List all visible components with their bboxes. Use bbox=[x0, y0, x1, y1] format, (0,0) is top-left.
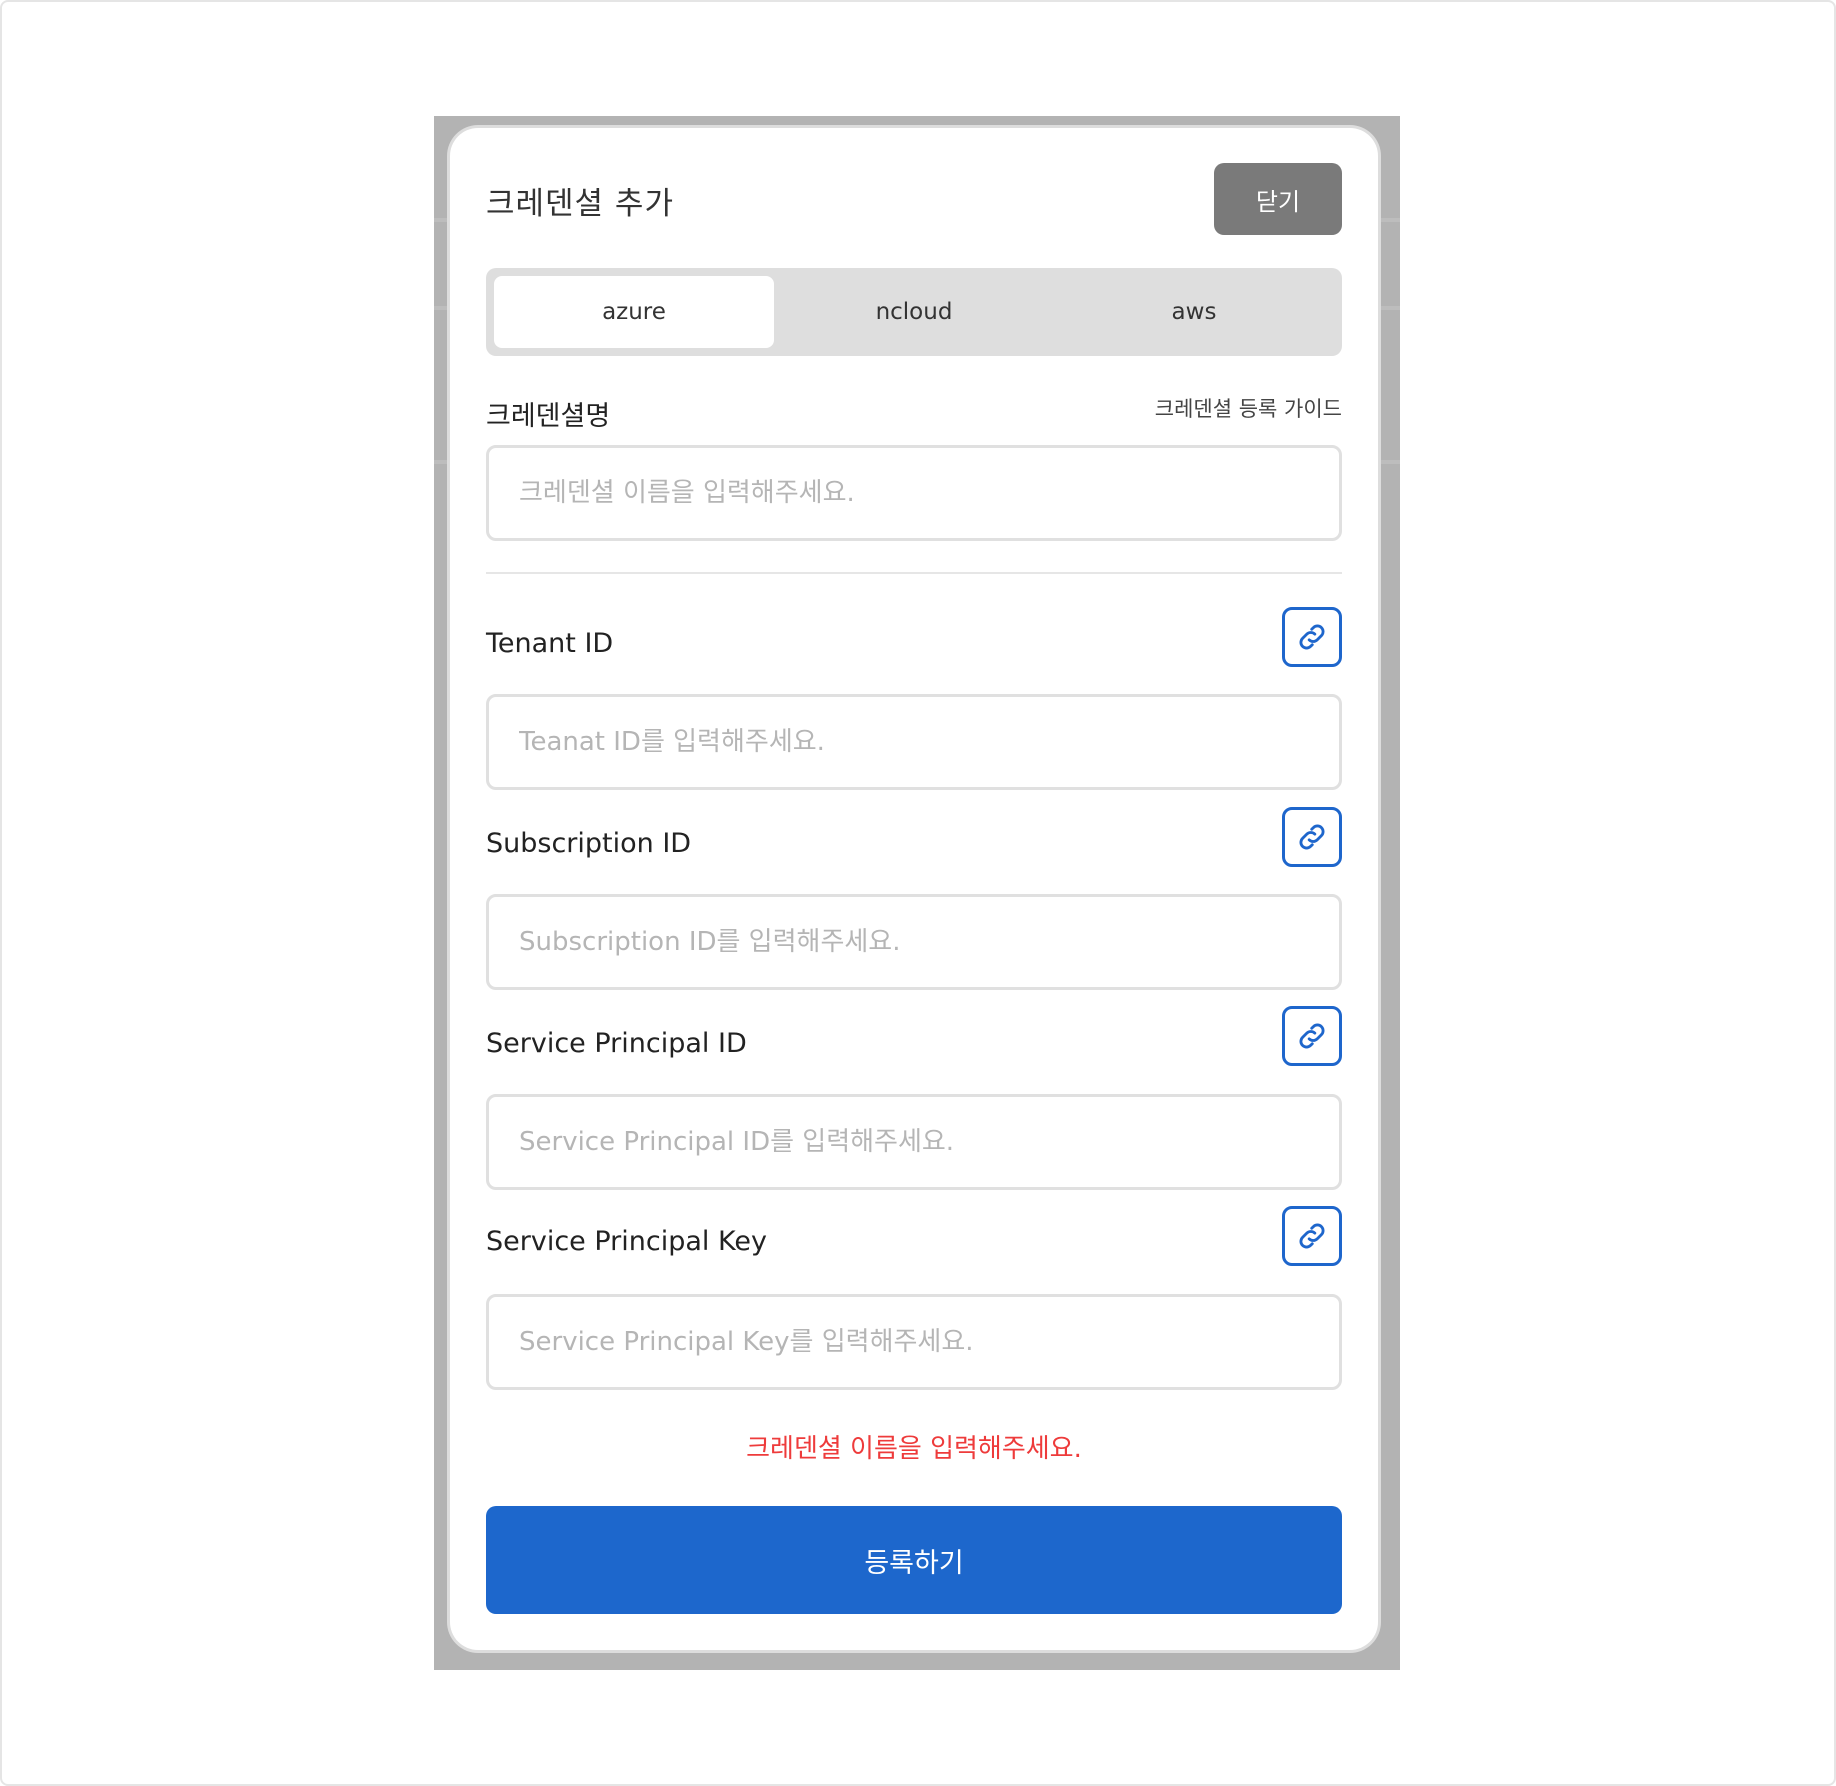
subscription-id-link-button[interactable] bbox=[1282, 807, 1342, 867]
tab-azure[interactable]: azure bbox=[494, 276, 774, 348]
provider-tabs: azure ncloud aws bbox=[486, 268, 1342, 356]
service-principal-key-label: Service Principal Key bbox=[486, 1226, 767, 1257]
service-principal-key-input[interactable] bbox=[486, 1294, 1342, 1390]
registration-guide-link[interactable]: 크레덴셜 등록 가이드 bbox=[1155, 393, 1342, 423]
close-button[interactable]: 닫기 bbox=[1214, 163, 1342, 235]
tab-aws[interactable]: aws bbox=[1054, 276, 1334, 348]
register-button[interactable]: 등록하기 bbox=[486, 1506, 1342, 1614]
subscription-id-input[interactable] bbox=[486, 894, 1342, 990]
link-icon bbox=[1299, 824, 1325, 850]
add-credential-modal: 크레덴셜 추가 닫기 azure ncloud aws 크레덴셜명 크레덴셜 등… bbox=[450, 128, 1378, 1650]
link-icon bbox=[1299, 624, 1325, 650]
link-icon bbox=[1299, 1023, 1325, 1049]
tenant-id-input[interactable] bbox=[486, 694, 1342, 790]
service-principal-id-link-button[interactable] bbox=[1282, 1006, 1342, 1066]
link-icon bbox=[1299, 1223, 1325, 1249]
service-principal-id-label: Service Principal ID bbox=[486, 1028, 747, 1059]
validation-error-message: 크레덴셜 이름을 입력해주세요. bbox=[746, 1434, 1082, 1464]
section-divider bbox=[486, 572, 1342, 574]
tab-ncloud[interactable]: ncloud bbox=[774, 276, 1054, 348]
modal-title: 크레덴셜 추가 bbox=[486, 186, 674, 222]
service-principal-key-link-button[interactable] bbox=[1282, 1206, 1342, 1266]
credential-name-label: 크레덴셜명 bbox=[486, 401, 611, 432]
tenant-id-label: Tenant ID bbox=[486, 628, 614, 659]
service-principal-id-input[interactable] bbox=[486, 1094, 1342, 1190]
credential-name-input[interactable] bbox=[486, 445, 1342, 541]
tenant-id-link-button[interactable] bbox=[1282, 607, 1342, 667]
subscription-id-label: Subscription ID bbox=[486, 828, 692, 859]
